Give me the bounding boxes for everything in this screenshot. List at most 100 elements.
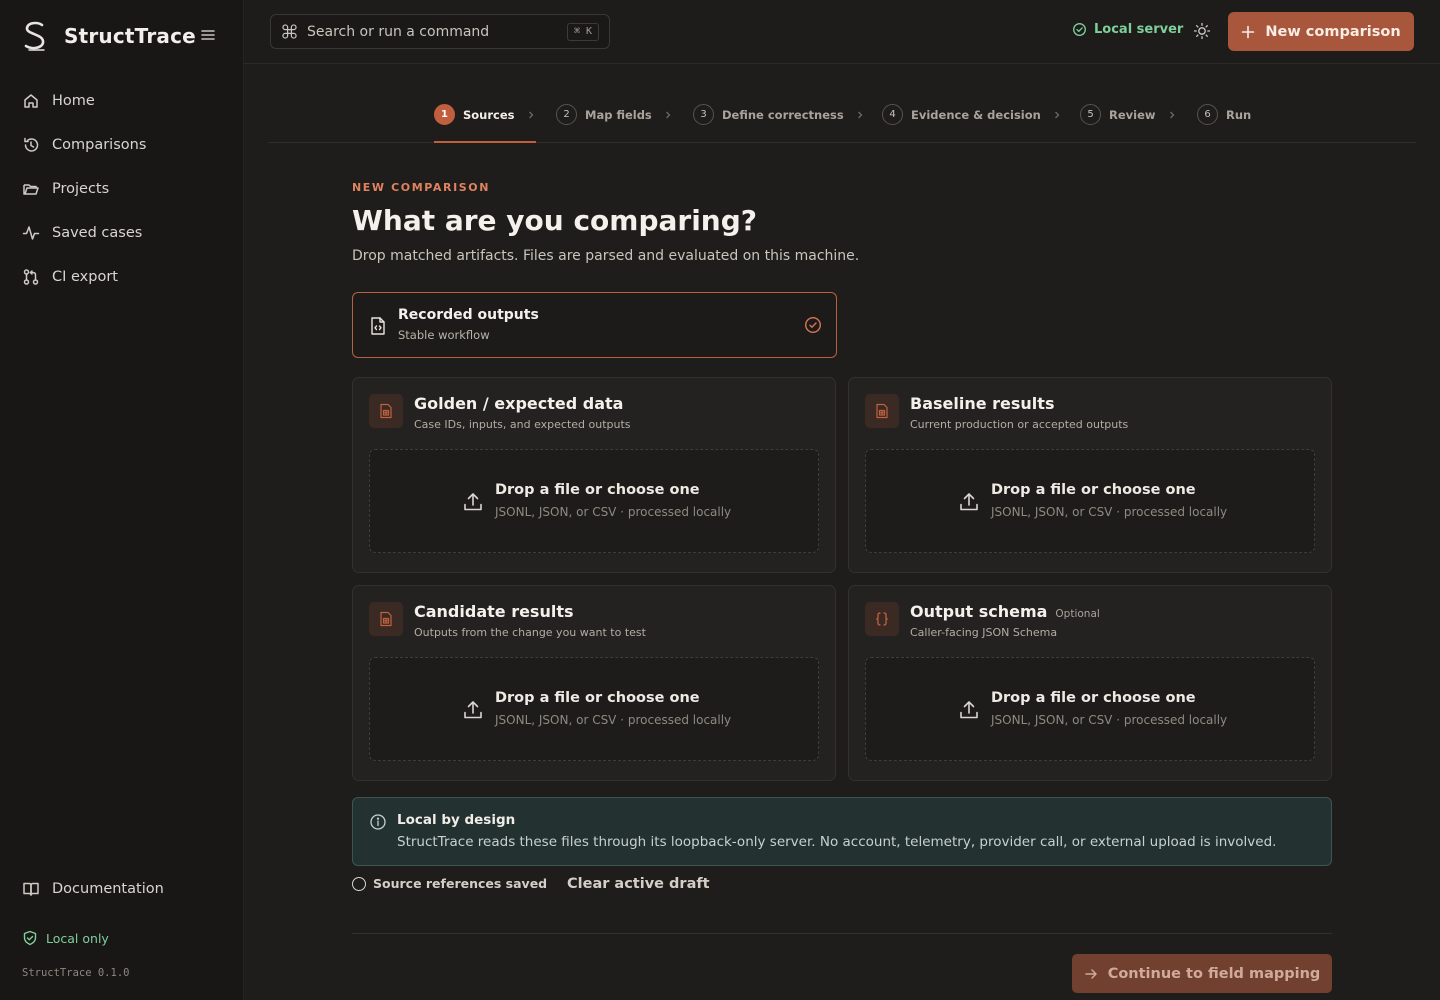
file-spreadsheet-icon <box>876 403 888 419</box>
git-pull-request-icon <box>23 269 39 285</box>
new-comparison-label: New comparison <box>1265 23 1401 40</box>
sidebar-item-projects[interactable]: Projects <box>22 172 222 206</box>
card-title: Output schema Optional <box>910 602 1100 621</box>
chevron-right-icon <box>1169 111 1174 118</box>
menu-toggle-icon[interactable] <box>199 27 217 43</box>
sidebar-item-label: Projects <box>52 181 110 197</box>
card-title: Baseline results <box>910 394 1054 413</box>
notice-title: Local by design <box>397 812 516 828</box>
documentation-label: Documentation <box>52 881 164 897</box>
mode-recorded-outputs[interactable]: Recorded outputs Stable workflow <box>352 292 837 358</box>
step-review[interactable]: 5 Review <box>1080 104 1176 125</box>
continue-button[interactable]: Continue to field mapping <box>1072 954 1332 993</box>
clear-draft-button[interactable]: Clear active draft <box>567 876 710 892</box>
book-open-icon <box>23 882 39 896</box>
file-spreadsheet-icon <box>380 611 392 627</box>
sidebar-item-label: Home <box>52 93 95 109</box>
new-comparison-button[interactable]: New comparison <box>1228 12 1414 51</box>
shield-check-icon <box>23 930 37 946</box>
source-card-baseline: Baseline results Current production or a… <box>848 377 1332 573</box>
dropzone-hint: JSONL, JSON, or CSV · processed locally <box>991 713 1228 727</box>
check-circle-icon <box>1073 23 1086 36</box>
folder-icon <box>23 184 39 195</box>
card-title: Candidate results <box>414 602 574 621</box>
card-title-text: Golden / expected data <box>414 394 624 413</box>
page-subtitle: Drop matched artifacts. Files are parsed… <box>352 248 860 264</box>
sidebar-item-documentation[interactable]: Documentation <box>22 880 164 898</box>
step-label: Run <box>1226 107 1252 122</box>
wizard-stepper: 1 Sources 2 Map fields 3 Define correctn… <box>268 86 1416 143</box>
step-label: Sources <box>463 107 515 122</box>
mode-title: Recorded outputs <box>398 307 539 323</box>
optional-tag: Optional <box>1055 608 1100 620</box>
step-evidence-decision[interactable]: 4 Evidence & decision <box>882 104 1061 125</box>
upload-icon <box>464 701 482 719</box>
app-name: StructTrace <box>64 24 196 48</box>
activity-icon <box>22 226 40 240</box>
command-search[interactable]: Search or run a command ⌘ K <box>270 14 610 49</box>
sidebar-item-label: Saved cases <box>52 225 143 241</box>
step-define-correctness[interactable]: 3 Define correctness <box>693 104 864 125</box>
card-subtitle: Case IDs, inputs, and expected outputs <box>414 418 631 431</box>
server-status-label: Local server <box>1094 22 1184 37</box>
sidebar-item-label: Comparisons <box>52 137 147 153</box>
card-title-text: Candidate results <box>414 602 574 621</box>
history-icon <box>24 137 39 152</box>
upload-icon <box>960 701 978 719</box>
mode-subtitle: Stable workflow <box>398 328 490 342</box>
topbar: Search or run a command ⌘ K Local server… <box>244 0 1440 64</box>
card-subtitle: Current production or accepted outputs <box>910 418 1129 431</box>
dropzone-golden[interactable]: Drop a file or choose one JSONL, JSON, o… <box>369 449 819 553</box>
card-title-text: Baseline results <box>910 394 1055 413</box>
sidebar-item-saved-cases[interactable]: Saved cases <box>22 216 222 250</box>
step-map-fields[interactable]: 2 Map fields <box>556 104 672 125</box>
card-icon <box>865 394 899 428</box>
status-circle-icon <box>352 876 366 891</box>
step-number: 1 <box>434 104 455 125</box>
card-icon <box>369 394 403 428</box>
command-icon <box>282 24 297 39</box>
chevron-right-icon <box>1054 111 1060 118</box>
file-spreadsheet-icon <box>380 403 392 419</box>
chevron-right-icon <box>665 111 671 118</box>
local-only-label: Local only <box>46 930 109 946</box>
server-status[interactable]: Local server <box>1072 22 1183 37</box>
home-icon <box>24 94 38 108</box>
step-run[interactable]: 6 Run <box>1197 104 1251 125</box>
step-sources[interactable]: 1 Sources <box>434 104 535 125</box>
source-references-status: Source references saved <box>352 876 547 891</box>
dropzone-hint: JSONL, JSON, or CSV · processed locally <box>495 713 732 727</box>
saved-label: Source references saved <box>373 876 548 891</box>
card-icon <box>865 602 899 636</box>
active-step-indicator <box>434 141 536 143</box>
sidebar-item-home[interactable]: Home <box>22 84 222 118</box>
dropzone-title: Drop a file or choose one <box>495 690 700 706</box>
dropzone-title: Drop a file or choose one <box>991 482 1196 498</box>
info-icon <box>370 814 386 830</box>
dropzone-candidate[interactable]: Drop a file or choose one JSONL, JSON, o… <box>369 657 819 761</box>
structtrace-logo-icon <box>24 21 45 51</box>
local-only-badge: Local only <box>22 930 109 946</box>
brand[interactable]: StructTrace <box>22 20 196 52</box>
step-number: 2 <box>556 104 577 125</box>
card-title-text: Output schema <box>910 602 1048 621</box>
local-notice: Local by design StructTrace reads these … <box>352 797 1332 866</box>
dropzone-title: Drop a file or choose one <box>495 482 700 498</box>
dropzone-title: Drop a file or choose one <box>991 690 1196 706</box>
chevron-right-icon <box>528 111 533 118</box>
search-shortcut: ⌘ K <box>566 23 599 41</box>
continue-label: Continue to field mapping <box>1107 965 1321 982</box>
card-icon <box>369 602 403 636</box>
sun-icon[interactable] <box>1193 22 1211 40</box>
dropzone-hint: JSONL, JSON, or CSV · processed locally <box>495 505 732 519</box>
upload-icon <box>464 493 482 511</box>
dropzone-baseline[interactable]: Drop a file or choose one JSONL, JSON, o… <box>865 449 1315 553</box>
sidebar-item-ci-export[interactable]: CI export <box>22 260 222 294</box>
upload-icon <box>960 493 978 511</box>
dropzone-schema[interactable]: Drop a file or choose one JSONL, JSON, o… <box>865 657 1315 761</box>
step-label: Review <box>1109 107 1156 122</box>
sidebar-item-comparisons[interactable]: Comparisons <box>22 128 222 162</box>
plus-icon <box>1242 25 1255 38</box>
sidebar-nav: Home Comparisons Projects Saved cases CI… <box>22 84 222 304</box>
app-version: StructTrace 0.1.0 <box>22 967 130 979</box>
